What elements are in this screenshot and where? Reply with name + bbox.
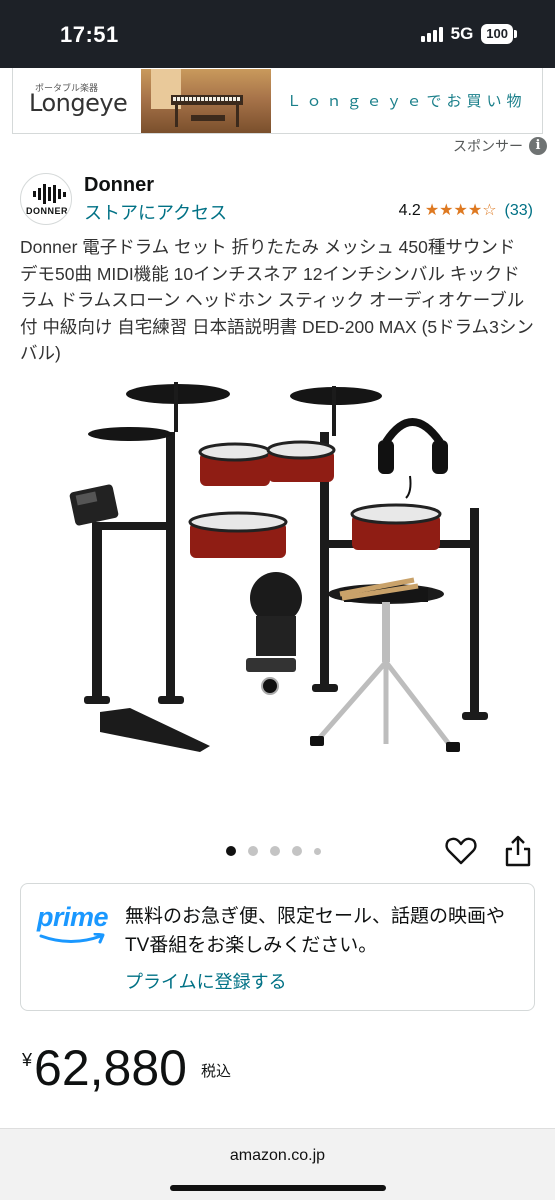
image-carousel-indicator[interactable] [226,846,321,856]
star-outline-icon: ☆ [482,202,497,219]
price: ¥ 62,880 税込 [22,1036,231,1100]
carousel-dot[interactable] [248,846,258,856]
signal-icon [420,26,443,42]
currency-symbol: ¥ [22,1050,33,1070]
sponsored-ad-banner[interactable]: ポータブル楽器 Longeye Ｌｏｎｇｅｙｅでお買い物 [12,68,543,134]
rating-summary[interactable]: 4.2 ★ ★ ★ ★ ☆ (33) [399,202,533,220]
carousel-dot-active[interactable] [226,846,236,856]
ad-brand-logo: ポータブル楽器 Longeye [13,69,141,133]
browser-address-bar[interactable]: amazon.co.jp [0,1128,555,1200]
url-domain[interactable]: amazon.co.jp [0,1147,555,1165]
star-rating: ★ ★ ★ ★ ☆ [425,203,497,219]
home-indicator[interactable] [170,1185,386,1191]
prime-logo: prime [37,902,115,950]
prime-message: 無料のお急ぎ便、限定セール、話題の映画やTV番組をお楽しみください。 [125,906,506,956]
star-icon: ★ [453,202,468,219]
brand-logo-text: DONNER [25,206,68,216]
visit-store-link[interactable]: ストアにアクセス [84,199,227,225]
price-value: 62,880 [34,1040,187,1096]
carousel-dot[interactable] [292,846,302,856]
heart-icon[interactable] [444,834,478,868]
sponsored-label: スポンサー [453,138,523,154]
sponsored-label-row[interactable]: スポンサー i [453,136,547,156]
product-image[interactable] [60,372,500,772]
prime-smile-icon [39,932,105,944]
battery-icon: 100 [481,24,517,44]
prime-wordmark: prime [37,902,109,932]
battery-level: 100 [481,24,513,44]
star-icon: ★ [439,202,454,219]
share-icon[interactable] [503,834,533,868]
tax-included-label: 税込 [200,1063,231,1080]
rating-value: 4.2 [398,202,421,219]
carousel-dot[interactable] [270,846,280,856]
ad-cta-link[interactable]: Ｌｏｎｇｅｙｅでお買い物 [271,90,542,111]
status-time: 17:51 [60,22,119,47]
join-prime-link[interactable]: プライムに登録する [125,968,287,994]
product-title: Donner 電子ドラム セット 折りたたみ メッシュ 450種サウンド デモ5… [20,237,534,363]
carousel-dot[interactable] [314,847,321,855]
status-indicators: 5G 100 [420,24,517,44]
star-icon: ★ [424,202,440,219]
ad-logo-wordmark: Longeye [29,88,128,117]
prime-promo-box: prime 無料のお急ぎ便、限定セール、話題の映画やTV番組をお楽しみください。… [20,883,535,1011]
review-count[interactable]: (33) [505,202,533,220]
info-icon[interactable]: i [529,137,547,155]
ad-piano-image [141,68,271,133]
brand-name: Donner [84,174,154,196]
network-type: 5G [450,24,474,43]
brand-logo[interactable]: DONNER [20,173,72,225]
status-bar: 17:51 5G 100 [0,0,555,68]
sound-wave-icon [33,184,66,204]
star-icon: ★ [467,202,483,219]
